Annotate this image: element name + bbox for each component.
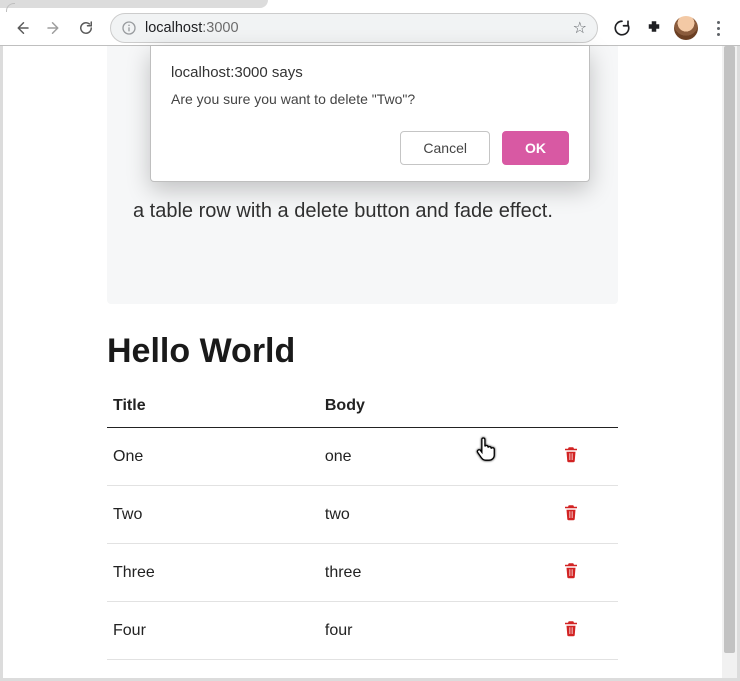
cell-title: One (107, 428, 319, 486)
cancel-button[interactable]: Cancel (400, 131, 490, 165)
sync-icon[interactable] (608, 14, 636, 42)
table-row: Twotwo (107, 486, 618, 544)
url-port: :3000 (202, 20, 238, 36)
vertical-scrollbar[interactable] (722, 46, 737, 678)
extensions-icon[interactable] (640, 14, 668, 42)
browser-chrome: localhost:3000 ☆ (0, 0, 740, 46)
reload-button[interactable] (72, 14, 100, 42)
cell-title: Two (107, 486, 319, 544)
url-host: localhost (145, 20, 202, 36)
delete-button[interactable] (562, 676, 580, 678)
delete-button[interactable] (562, 444, 580, 464)
cell-actions (556, 486, 618, 544)
avatar-icon (674, 16, 698, 40)
cell-actions (556, 544, 618, 602)
cell-title: Five (107, 660, 319, 679)
address-bar[interactable]: localhost:3000 ☆ (110, 13, 598, 43)
scrollbar-thumb[interactable] (724, 46, 735, 653)
trash-icon (562, 676, 580, 678)
page-title: Hello World (107, 332, 722, 371)
url-text: localhost:3000 (145, 20, 565, 36)
cell-actions (556, 660, 618, 679)
data-table: Title Body Oneone Twotwo Threethree Four… (107, 385, 618, 678)
col-header-body: Body (319, 385, 556, 428)
table-row: Threethree (107, 544, 618, 602)
trash-icon (562, 502, 580, 522)
cell-title: Four (107, 602, 319, 660)
delete-button[interactable] (562, 560, 580, 580)
site-info-icon (121, 20, 137, 36)
table-row: Fivefive (107, 660, 618, 679)
cell-actions (556, 602, 618, 660)
dialog-message: Are you sure you want to delete "Two"? (171, 91, 569, 107)
intro-text: a table row with a delete button and fad… (133, 200, 553, 222)
cell-body: two (319, 486, 556, 544)
col-header-title: Title (107, 385, 319, 428)
cell-body: three (319, 544, 556, 602)
trash-icon (562, 618, 580, 638)
dialog-origin: localhost:3000 says (171, 64, 569, 81)
trash-icon (562, 560, 580, 580)
bookmark-star-icon[interactable]: ☆ (573, 18, 587, 38)
browser-toolbar: localhost:3000 ☆ (0, 10, 740, 46)
menu-button[interactable] (704, 14, 732, 42)
ok-button[interactable]: OK (502, 131, 569, 165)
cell-actions (556, 428, 618, 486)
dialog-buttons: Cancel OK (171, 131, 569, 165)
trash-icon (562, 444, 580, 464)
cell-body: five (319, 660, 556, 679)
delete-button[interactable] (562, 502, 580, 522)
confirm-dialog: localhost:3000 says Are you sure you wan… (150, 46, 590, 182)
col-header-actions (556, 385, 618, 428)
table-row: Fourfour (107, 602, 618, 660)
cell-body: four (319, 602, 556, 660)
kebab-icon (710, 21, 726, 36)
back-button[interactable] (8, 14, 36, 42)
delete-button[interactable] (562, 618, 580, 638)
cell-title: Three (107, 544, 319, 602)
cell-body: one (319, 428, 556, 486)
table-row: Oneone (107, 428, 618, 486)
forward-button[interactable] (40, 14, 68, 42)
tab-strip (0, 0, 268, 8)
profile-avatar[interactable] (672, 14, 700, 42)
table-header-row: Title Body (107, 385, 618, 428)
